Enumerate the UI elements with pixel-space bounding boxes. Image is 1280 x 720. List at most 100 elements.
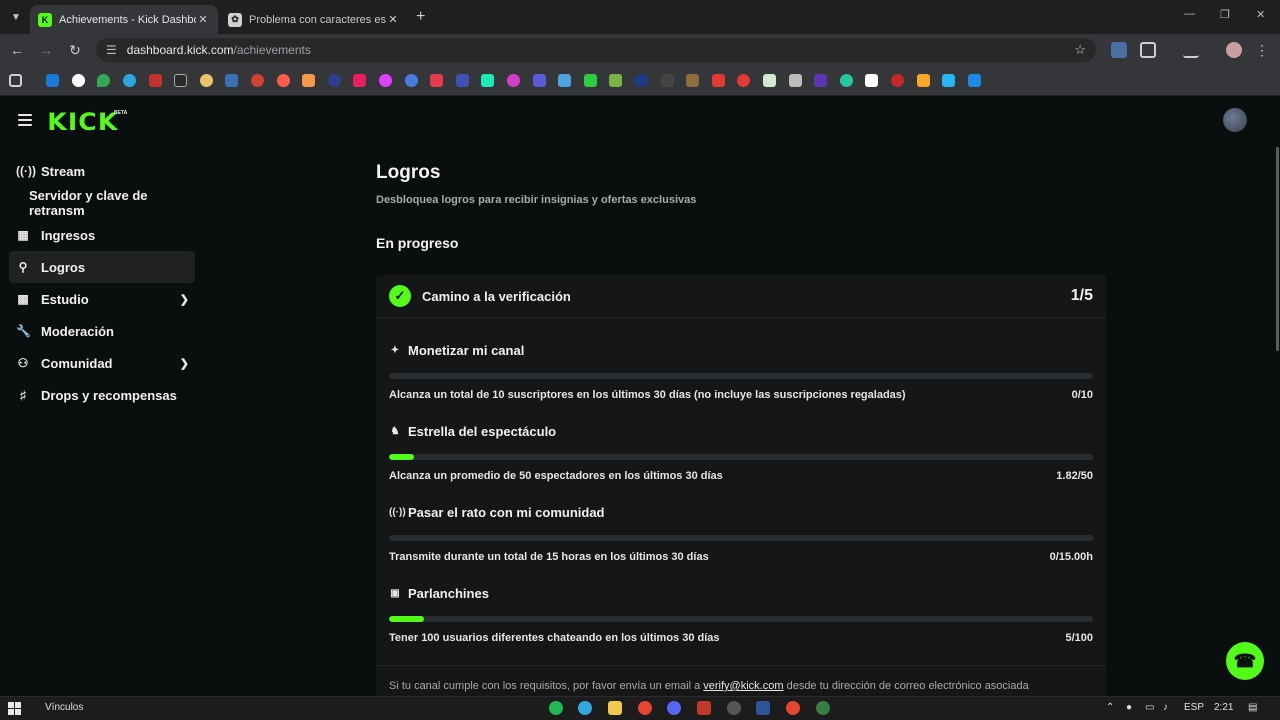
task-pasar-el-rato: ((·)) Pasar el rato con mi comunidad Tra… — [389, 505, 1093, 563]
sidebar-item-comunidad[interactable]: ⚇ Comunidad ❯ — [9, 347, 195, 379]
section-title: En progreso — [376, 235, 459, 251]
bookmark-star-icon[interactable]: ☆ — [1074, 42, 1086, 58]
apps-grid-icon[interactable] — [9, 74, 22, 87]
bookmark-icon[interactable] — [302, 74, 315, 87]
bookmark-icon[interactable] — [917, 74, 930, 87]
new-tab-plus-icon[interactable]: + — [416, 8, 425, 26]
bookmark-icon[interactable] — [968, 74, 981, 87]
address-bar[interactable]: ☰ dashboard.kick.com /achievements ☆ — [96, 38, 1096, 62]
bookmark-icon[interactable] — [200, 74, 213, 87]
links-toolbar[interactable]: Vínculos — [45, 702, 83, 713]
bookmark-icon[interactable] — [456, 74, 469, 87]
bookmark-icon[interactable] — [507, 74, 520, 87]
word-icon[interactable] — [756, 701, 770, 715]
bookmark-icon[interactable] — [430, 74, 443, 87]
bookmark-icon[interactable] — [737, 74, 750, 87]
bookmark-icon[interactable] — [481, 74, 494, 87]
maximize-window-icon[interactable]: ❐ — [1220, 8, 1230, 21]
bookmark-icon[interactable] — [661, 74, 674, 87]
bookmark-icon[interactable] — [584, 74, 597, 87]
chrome-profile-icon[interactable] — [816, 701, 830, 715]
sidebar-item-logros[interactable]: ⚲ Logros — [9, 251, 195, 283]
sidebar-item-stream-key[interactable]: Servidor y clave de retransm — [9, 187, 195, 219]
tab-kick-dashboard[interactable]: K Achievements - Kick Dashboard ✕ — [30, 5, 218, 34]
progress-fill — [389, 616, 425, 622]
bookmark-icon[interactable] — [533, 74, 546, 87]
profile-avatar-icon[interactable] — [1226, 42, 1242, 58]
bookmark-icon[interactable] — [865, 74, 878, 87]
back-arrow-icon[interactable]: ← — [8, 41, 26, 59]
download-icon[interactable] — [1183, 42, 1199, 58]
tab-search-chevron-icon[interactable]: ▼ — [6, 7, 26, 27]
sidebar-item-ingresos[interactable]: ▦ Ingresos — [9, 219, 195, 251]
bookmark-icon[interactable] — [328, 74, 341, 87]
edge-icon[interactable] — [578, 701, 592, 715]
page-scrollbar[interactable] — [1276, 147, 1279, 351]
bookmark-icon[interactable] — [251, 74, 264, 87]
minimize-window-icon[interactable]: — — [1184, 8, 1195, 20]
site-settings-icon[interactable]: ☰ — [106, 43, 117, 57]
app-icon[interactable] — [697, 701, 711, 715]
kick-logo[interactable]: KICK — [47, 108, 118, 136]
bookmark-icon[interactable] — [635, 74, 648, 87]
bookmark-icon[interactable] — [558, 74, 571, 87]
close-window-icon[interactable]: ✕ — [1256, 8, 1265, 21]
sidebar-item-moderacion[interactable]: 🔧 Moderación — [9, 315, 195, 347]
bookmark-icon[interactable] — [225, 74, 238, 87]
spotify-icon[interactable] — [549, 701, 563, 715]
bookmark-icon[interactable] — [763, 74, 776, 87]
bookmark-icon[interactable] — [712, 74, 725, 87]
close-tab-icon[interactable]: ✕ — [386, 13, 400, 26]
obs-icon[interactable] — [727, 701, 741, 715]
bookmark-icon[interactable] — [609, 74, 622, 87]
more-menu-icon[interactable]: ⋮ — [1253, 41, 1271, 59]
bookmark-icon[interactable] — [814, 74, 827, 87]
tab-problema[interactable]: ✿ Problema con caracteres especiales ✕ — [220, 5, 408, 34]
hamburger-menu-icon[interactable] — [18, 114, 32, 126]
forward-arrow-icon[interactable]: → — [37, 41, 55, 59]
chrome-icon[interactable] — [786, 701, 800, 715]
sidebar-item-stream[interactable]: ((·)) Stream — [9, 155, 195, 187]
reload-icon[interactable]: ↻ — [66, 41, 84, 59]
sidebar-item-drops[interactable]: ♯ Drops y recompensas — [9, 379, 195, 411]
sidebar-item-estudio[interactable]: ▩ Estudio ❯ — [9, 283, 195, 315]
extensions-icon[interactable] — [1140, 42, 1156, 58]
language-indicator[interactable]: ESP — [1184, 702, 1204, 713]
bookmark-icon[interactable] — [174, 74, 187, 87]
bookmark-icon[interactable] — [789, 74, 802, 87]
bookmark-icon[interactable] — [97, 74, 110, 87]
file-explorer-icon[interactable] — [608, 701, 622, 715]
bookmark-icon[interactable] — [277, 74, 290, 87]
bookmark-icon[interactable] — [46, 74, 59, 87]
show-hidden-icons-icon[interactable]: ⌃ — [1106, 702, 1114, 713]
bookmark-icon[interactable] — [353, 74, 366, 87]
bookmark-icon[interactable] — [891, 74, 904, 87]
notifications-icon[interactable]: ▤ — [1248, 702, 1257, 713]
bookmark-icon[interactable] — [686, 74, 699, 87]
bookmark-icon[interactable] — [72, 74, 85, 87]
bookmark-icon[interactable] — [149, 74, 162, 87]
verify-email-link[interactable]: verify@kick.com — [703, 680, 783, 692]
card-header[interactable]: ✓ Camino a la verificación 1/5 — [376, 275, 1106, 318]
chrome-icon[interactable] — [638, 701, 652, 715]
sparkle-icon: ✦ — [390, 345, 400, 356]
volume-icon[interactable]: ♪ — [1163, 702, 1168, 713]
kick-dashboard-page: KICK BETA ((·)) Stream Servidor y clave … — [0, 97, 1280, 696]
chevron-down-icon[interactable]: ❯ — [180, 293, 189, 306]
close-tab-icon[interactable]: ✕ — [196, 13, 210, 26]
bookmark-icon[interactable] — [840, 74, 853, 87]
bookmark-icon[interactable] — [405, 74, 418, 87]
bookmark-icon[interactable] — [942, 74, 955, 87]
user-avatar[interactable] — [1223, 108, 1247, 132]
clock[interactable]: 2:21 — [1214, 702, 1233, 713]
bookmark-icon[interactable] — [379, 74, 392, 87]
network-icon[interactable]: ▭ — [1145, 702, 1154, 713]
microphone-icon[interactable]: ● — [1126, 702, 1132, 713]
bookmark-icon[interactable] — [123, 74, 136, 87]
discord-icon[interactable] — [667, 701, 681, 715]
support-chat-icon[interactable]: ☎ — [1226, 642, 1264, 680]
chevron-down-icon[interactable]: ❯ — [180, 357, 189, 370]
task-title: Parlanchines — [408, 586, 489, 601]
windows-start-icon[interactable] — [8, 702, 21, 715]
translate-icon[interactable] — [1111, 42, 1127, 58]
